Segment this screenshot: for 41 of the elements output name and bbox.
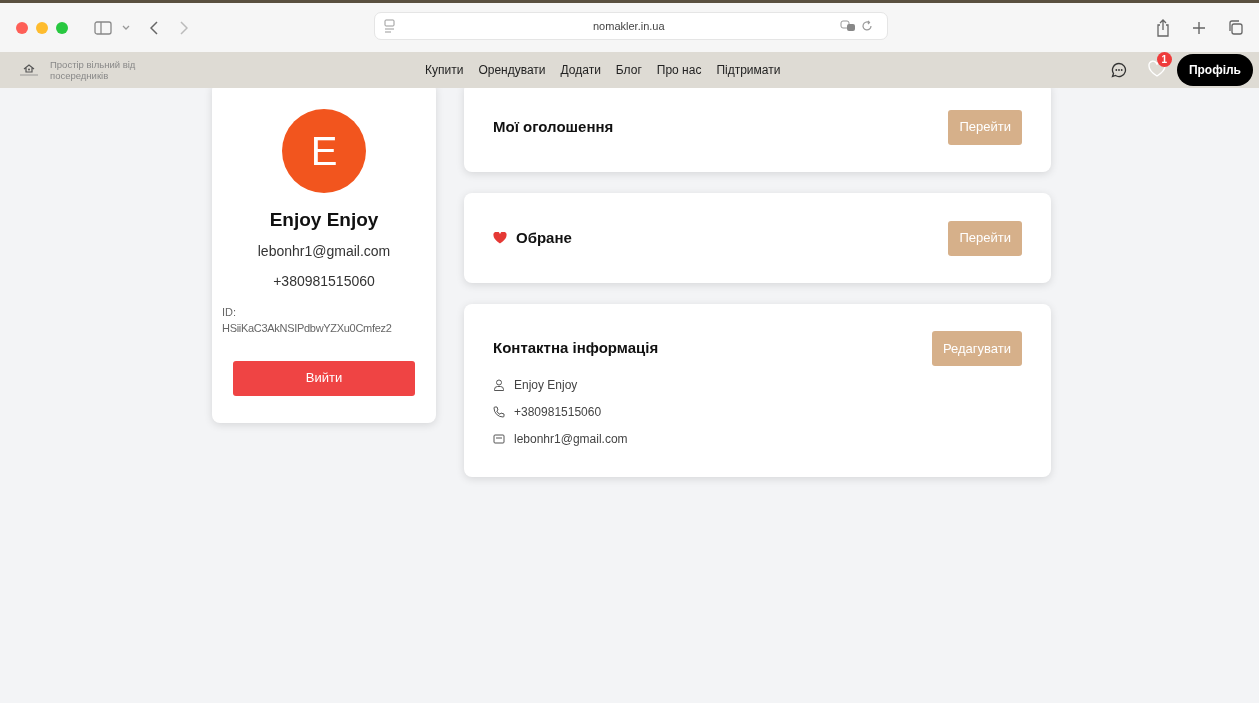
new-tab-icon[interactable] bbox=[1192, 20, 1206, 35]
forward-icon[interactable] bbox=[180, 20, 188, 35]
id-value: HSiiKaC3AkNSIPdbwYZXu0Cmfez2 bbox=[222, 321, 393, 336]
section-title: Мої оголошення bbox=[493, 116, 614, 137]
site-tagline: Простір вільний від посередників bbox=[50, 59, 137, 81]
back-icon[interactable] bbox=[150, 20, 158, 35]
notification-badge: 1 bbox=[1156, 52, 1172, 67]
nav-link[interactable]: Додати bbox=[560, 61, 601, 79]
id-label: ID: bbox=[222, 304, 238, 320]
share-icon[interactable] bbox=[1156, 18, 1170, 37]
contact-detail: lebonhr1@gmail.com bbox=[514, 431, 628, 448]
profile-email: lebonhr1@gmail.com bbox=[257, 241, 391, 261]
avatar-initial: E bbox=[310, 128, 338, 175]
translate-icon[interactable] bbox=[840, 20, 856, 32]
page-icon bbox=[384, 19, 395, 33]
phone-icon bbox=[493, 406, 505, 418]
chat-icon[interactable] bbox=[1110, 62, 1127, 78]
person-icon bbox=[493, 379, 505, 391]
contact-detail: +380981515060 bbox=[514, 404, 602, 421]
profile-button[interactable]: Профіль bbox=[1176, 54, 1253, 86]
reload-icon[interactable] bbox=[861, 20, 873, 32]
section-title: Обране bbox=[516, 227, 572, 248]
address-bar[interactable]: nomakler.in.ua bbox=[374, 12, 888, 40]
window-controls-icon[interactable] bbox=[16, 21, 68, 34]
chevron-down-icon[interactable] bbox=[122, 24, 130, 31]
nav-link[interactable]: Блог bbox=[615, 61, 642, 79]
nav-link[interactable]: Купити bbox=[425, 61, 464, 79]
sidebar-icon[interactable] bbox=[94, 20, 112, 35]
contact-detail: Enjoy Enjoy bbox=[514, 377, 578, 394]
profile-phone: +380981515060 bbox=[273, 271, 375, 291]
tabs-overview-icon[interactable] bbox=[1228, 20, 1243, 35]
profile-name: Enjoy Enjoy bbox=[269, 208, 379, 232]
nav-link[interactable]: Підтримати bbox=[716, 61, 781, 79]
section-title: Контактна інформація bbox=[493, 338, 659, 359]
logout-button[interactable]: Вийти bbox=[233, 360, 415, 396]
address-text: nomakler.in.ua bbox=[593, 18, 665, 34]
nav-link[interactable]: Про нас bbox=[656, 61, 702, 79]
nav-link[interactable]: Орендувати bbox=[478, 61, 546, 79]
heart-icon bbox=[493, 232, 507, 244]
house-logo-icon[interactable] bbox=[18, 63, 40, 77]
mail-icon bbox=[493, 433, 505, 445]
